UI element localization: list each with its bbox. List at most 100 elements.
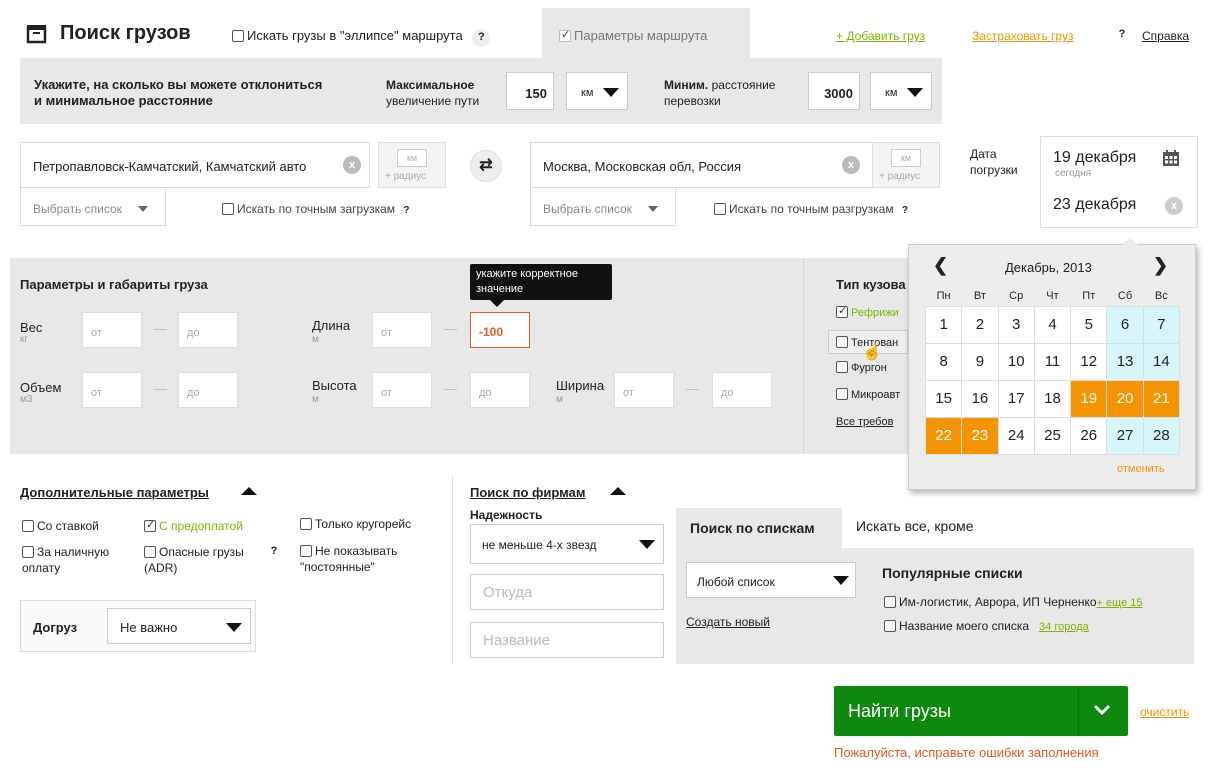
date-to[interactable]: 23 декабря [1053, 196, 1136, 214]
calendar-day[interactable]: 26 [1070, 416, 1108, 455]
from-radius-button[interactable]: км + радиус [378, 142, 446, 188]
calendar-day[interactable]: 9 [961, 342, 999, 381]
calendar-day[interactable]: 24 [997, 416, 1035, 455]
route-params-panel: Укажите, на сколько вы можете отклонитьс… [20, 58, 942, 124]
from-city-input[interactable]: Петропавловск-Камчатский, Камчатский авт… [20, 142, 370, 188]
help-icon[interactable]: ? [265, 543, 283, 561]
calendar-day[interactable]: 17 [997, 379, 1035, 418]
calendar-day[interactable]: 10 [997, 342, 1035, 381]
round-trip-checkbox[interactable]: Только кругорейс [300, 517, 411, 531]
volume-from-input[interactable]: от [82, 372, 142, 408]
firm-name-input[interactable]: Название [470, 622, 664, 658]
reliability-select[interactable]: не меньше 4-х звезд [470, 524, 664, 564]
calendar-day[interactable]: 1 [924, 305, 963, 344]
calendar-day[interactable]: 5 [1070, 305, 1108, 344]
calendar-day[interactable]: 19 [1070, 379, 1108, 418]
calendar-day[interactable]: 18 [1033, 379, 1072, 418]
help-icon[interactable]: ? [1113, 26, 1131, 44]
width-from-input[interactable]: от [614, 372, 674, 408]
rate-checkbox[interactable]: Со ставкой [22, 519, 99, 533]
tab-search-lists[interactable]: Поиск по спискам [676, 508, 842, 548]
swap-icon[interactable]: ⇄ [470, 150, 502, 182]
calendar-day[interactable]: 11 [1033, 342, 1072, 381]
popular-list-item[interactable]: Им-логистик, Аврора, ИП Черненко+ еще 15 [884, 595, 1142, 609]
calendar-cancel-link[interactable]: отменить [1117, 463, 1165, 475]
clear-link[interactable]: очистить [1140, 705, 1189, 719]
height-to-input[interactable]: до [470, 372, 530, 408]
calendar-day[interactable]: 6 [1106, 305, 1144, 344]
body-minibus[interactable]: Микроавт [836, 388, 908, 401]
calendar-day[interactable]: 20 [1106, 379, 1144, 418]
help-icon[interactable]: ? [472, 29, 491, 47]
calendar-day[interactable]: 23 [961, 416, 999, 455]
min-distance-input[interactable]: 3000 [808, 72, 860, 110]
calendar-day[interactable]: 27 [1106, 416, 1144, 455]
firms-search-toggle[interactable]: Поиск по фирмам [470, 485, 585, 500]
tab-route-params[interactable]: Параметры маршрута [542, 8, 750, 58]
prepay-checkbox[interactable]: С предоплатой [144, 518, 243, 533]
extra-params-toggle[interactable]: Дополнительные параметры [20, 485, 209, 500]
calendar-day[interactable]: 21 [1142, 379, 1181, 418]
length-from-input[interactable]: от [372, 312, 432, 348]
from-list-select[interactable]: Выбрать список [20, 188, 166, 226]
volume-to-input[interactable]: до [178, 372, 238, 408]
next-month-icon[interactable]: ❯ [1153, 255, 1168, 276]
calendar-day[interactable]: 14 [1142, 342, 1181, 381]
max-increase-input[interactable]: 150 [506, 72, 554, 110]
calendar-day[interactable]: 3 [997, 305, 1035, 344]
body-refrigerator[interactable]: Рефрижи [836, 306, 908, 319]
weight-to-input[interactable]: до [178, 312, 238, 348]
exact-loading-checkbox[interactable]: Искать по точным загрузкам ? [222, 202, 415, 219]
list-select[interactable]: Любой список [686, 562, 856, 598]
tab-search-except[interactable]: Искать все, кроме [856, 518, 974, 534]
volume-label: Объем [20, 380, 62, 395]
calendar-day[interactable]: 28 [1142, 416, 1181, 455]
length-to-input[interactable]: -100 [470, 312, 530, 348]
dogruz-select[interactable]: Не важно [107, 608, 251, 644]
calendar-day[interactable]: 2 [961, 305, 999, 344]
min-unit-select[interactable]: км [870, 72, 932, 110]
calendar-day[interactable]: 13 [1106, 342, 1144, 381]
collapse-arrow-icon[interactable] [241, 487, 257, 495]
calendar-day[interactable]: 25 [1033, 416, 1072, 455]
to-radius-button[interactable]: км + радиус [872, 142, 940, 188]
clear-to-icon[interactable]: x [842, 156, 860, 174]
calendar-day[interactable]: 12 [1070, 342, 1108, 381]
create-list-link[interactable]: Создать новый [686, 615, 770, 629]
clear-date-icon[interactable]: x [1165, 197, 1183, 215]
all-requirements-link[interactable]: Все требов [836, 416, 908, 428]
adr-checkbox[interactable]: Опасные грузы (ADR) [144, 544, 264, 576]
not-show-checkbox[interactable]: Не показывать "постоянные" [300, 543, 440, 575]
firm-from-input[interactable]: Откуда [470, 574, 664, 610]
calendar-day[interactable]: 16 [961, 379, 999, 418]
calendar-grid: Пн Вт Ср Чт Пт Сб Вс 1234567 8 9 10 11 12 13 14 15 16… [924, 286, 1181, 455]
body-van[interactable]: Фургон [836, 361, 908, 374]
popular-list-item[interactable]: Название моего списка 34 города [884, 619, 1089, 633]
weight-from-input[interactable]: от [82, 312, 142, 348]
add-cargo-link[interactable]: + Добавить груз [836, 29, 925, 43]
calendar-day[interactable]: 22 [924, 416, 963, 455]
help-link[interactable]: Справка [1142, 29, 1189, 43]
prev-month-icon[interactable]: ❮ [933, 255, 948, 276]
cash-checkbox[interactable]: За наличную оплату [22, 544, 132, 576]
calendar-day[interactable]: 4 [1033, 305, 1072, 344]
exact-unloading-checkbox[interactable]: Искать по точным разгрузкам ? [714, 202, 913, 219]
calendar-day[interactable]: 8 [924, 342, 963, 381]
to-list-select[interactable]: Выбрать список [530, 188, 676, 226]
height-label: Высота [312, 378, 357, 393]
ellipse-checkbox[interactable]: Искать грузы в "эллипсе" маршрута ? [232, 28, 491, 47]
date-from[interactable]: 19 декабря [1053, 149, 1136, 167]
calendar-day[interactable]: 7 [1142, 305, 1181, 344]
clear-from-icon[interactable]: x [343, 156, 361, 174]
calendar-day[interactable]: 15 [924, 379, 963, 418]
calendar-icon[interactable] [1163, 150, 1179, 166]
insure-link[interactable]: Застраховать груз [972, 29, 1073, 43]
width-to-input[interactable]: до [712, 372, 772, 408]
to-city-input[interactable]: Москва, Московская обл, Россия [530, 142, 876, 188]
search-button[interactable]: Найти грузы [834, 686, 1128, 736]
height-from-input[interactable]: от [372, 372, 432, 408]
collapse-arrow-icon[interactable] [610, 487, 626, 495]
chevron-down-icon[interactable] [1092, 699, 1112, 719]
validation-tooltip: укажите корректное значение [470, 264, 612, 300]
max-unit-select[interactable]: км [566, 72, 628, 110]
